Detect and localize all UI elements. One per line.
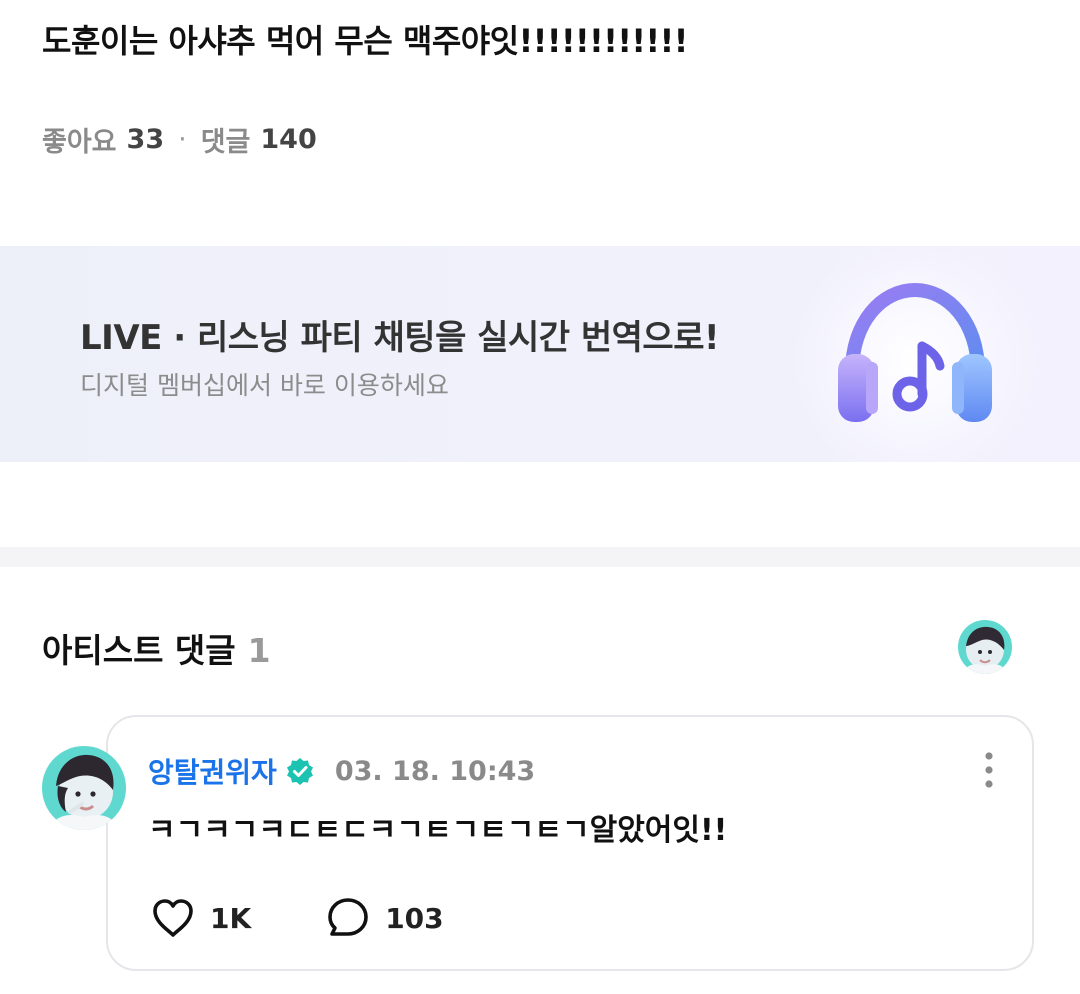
more-options-icon[interactable]	[982, 751, 996, 789]
artist-avatar-small[interactable]	[958, 620, 1012, 674]
post-title: 도훈이는 아샤추 먹어 무슨 맥주야잇!!!!!!!!!!!!	[42, 22, 688, 60]
section-divider	[0, 547, 1080, 567]
avatar-photo	[42, 746, 126, 830]
reply-count: 103	[385, 901, 444, 935]
avatar-photo	[958, 620, 1012, 674]
live-translation-banner[interactable]: LIVE · 리스닝 파티 채팅을 실시간 번역으로! 디지털 멤버십에서 바로…	[0, 246, 1080, 462]
headphones-music-icon	[838, 282, 992, 422]
comment-text: ㅋㄱㅋㄱㅋㄷㅌㄷㅋㄱㅌㄱㅌㄱㅌㄱ알았어잇!!	[148, 813, 728, 848]
banner-title: LIVE · 리스닝 파티 채팅을 실시간 번역으로!	[80, 318, 720, 358]
artist-comment-card[interactable]: 앙탈권위자 03. 18. 10:43 ㅋㄱㅋㄱㅋㄷㅌㄷㅋㄱㅌㄱㅌㄱㅌㄱ알았어잇…	[106, 715, 1034, 971]
post-stats: 좋아요 33 · 댓글 140	[42, 120, 317, 159]
comment-timestamp: 03. 18. 10:43	[334, 755, 536, 787]
comment-author-avatar[interactable]	[42, 746, 126, 830]
stats-separator: ·	[178, 124, 187, 155]
banner-subtitle: 디지털 멤버십에서 바로 이용하세요	[80, 371, 449, 400]
comment-header: 앙탈권위자 03. 18. 10:43	[148, 751, 535, 791]
artist-comments-heading: 아티스트 댓글 1	[42, 624, 271, 672]
like-count: 1K	[210, 901, 252, 935]
artist-comments-title: 아티스트 댓글	[42, 631, 236, 670]
comments-label: 댓글	[200, 127, 251, 158]
likes-label: 좋아요	[42, 127, 117, 158]
likes-count: 33	[126, 124, 165, 155]
comment-actions: 1K 103	[150, 895, 518, 941]
like-button[interactable]: 1K	[150, 895, 251, 941]
post-page: 도훈이는 아샤추 먹어 무슨 맥주야잇!!!!!!!!!!!! 좋아요 33 ·…	[0, 0, 1080, 994]
artist-comments-count: 1	[247, 631, 271, 670]
reply-bubble-icon	[328, 898, 368, 936]
reply-button[interactable]: 103	[325, 895, 444, 941]
comments-count: 140	[260, 124, 317, 155]
verified-badge-icon	[286, 758, 313, 785]
comment-author[interactable]: 앙탈권위자	[148, 751, 277, 791]
heart-icon	[153, 899, 193, 937]
